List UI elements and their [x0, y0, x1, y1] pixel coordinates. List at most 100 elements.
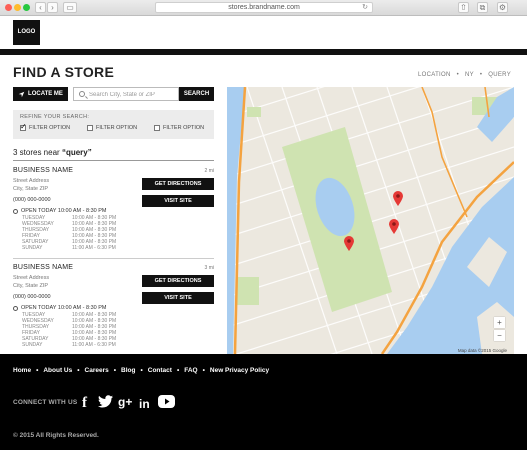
header-bar [0, 49, 527, 55]
zoom-in-button[interactable]: + [494, 317, 505, 328]
linkedin-icon[interactable]: in [139, 397, 150, 411]
search-input[interactable] [89, 89, 177, 100]
filter-label: FILTER OPTION [29, 125, 71, 131]
search-field[interactable] [73, 87, 179, 101]
browser-toolbar: ‹ › ▭ stores.brandname.com ↻ ⇧ ⧉ ⚙ [0, 0, 527, 16]
footer-link-home[interactable]: Home [13, 367, 31, 374]
phone-number[interactable]: (000) 000-0000 [13, 294, 51, 300]
store-card: BUSINESS NAME 3 mi Street Address City, … [13, 264, 214, 354]
footer-separator: • [36, 367, 39, 374]
url-text: stores.brandname.com [228, 4, 300, 11]
breadcrumb-state[interactable]: NY [465, 72, 474, 78]
footer-link-blog[interactable]: Blog [121, 367, 135, 374]
get-directions-button[interactable]: GET DIRECTIONS [142, 275, 214, 287]
footer-nav: Home • About Us • Careers • Blog • Contact • … [13, 367, 269, 374]
footer-link-contact[interactable]: Contact [148, 367, 172, 374]
filter-checkbox[interactable] [154, 125, 160, 131]
visit-site-button[interactable]: VISIT SITE [142, 195, 214, 207]
logo[interactable]: LOGO [13, 20, 40, 45]
footer-separator: • [202, 367, 205, 374]
filter-checkbox[interactable] [87, 125, 93, 131]
forward-arrow-icon[interactable]: › [47, 2, 58, 13]
store-pin-icon[interactable] [389, 219, 399, 234]
page-title: FIND A STORE [13, 64, 115, 80]
navigation-arrow-icon [18, 91, 25, 97]
footer-link-faq[interactable]: FAQ [184, 367, 197, 374]
map-attribution: Map data ©2015 Google [457, 348, 507, 353]
zoom-out-button[interactable]: − [494, 330, 505, 341]
refine-label: REFINE YOUR SEARCH: [20, 114, 90, 120]
filter-label: FILTER OPTION [96, 125, 138, 131]
results-count: 3 stores near “query” [13, 148, 92, 157]
open-today-text: OPEN TODAY 10:00 AM - 8:30 PM [21, 208, 107, 214]
search-icon [79, 91, 85, 97]
visit-site-button[interactable]: VISIT SITE [142, 292, 214, 304]
street-address: Street Address [13, 178, 50, 184]
share-icon[interactable]: ⇧ [458, 2, 469, 13]
results-count-text: 3 stores near [13, 148, 60, 157]
open-today-row: OPEN TODAY 10:00 AM - 8:30 PM [13, 305, 107, 311]
store-card: BUSINESS NAME 2 mi Street Address City, … [13, 167, 214, 257]
footer: Home • About Us • Careers • Blog • Contact • … [0, 354, 527, 450]
zoom-window-button[interactable] [23, 4, 30, 11]
breadcrumb-separator: • [456, 72, 460, 78]
filter-option-1[interactable]: FILTER OPTION [20, 122, 71, 131]
twitter-icon[interactable] [98, 395, 113, 411]
clock-icon [13, 208, 18, 214]
back-arrow-icon[interactable]: ‹ [35, 2, 46, 13]
street-address: Street Address [13, 275, 50, 281]
footer-separator: • [140, 367, 143, 374]
get-directions-button[interactable]: GET DIRECTIONS [142, 178, 214, 190]
results-query: “query” [61, 148, 92, 157]
filter-label: FILTER OPTION [163, 125, 205, 131]
connect-label: CONNECT WITH US [13, 399, 78, 406]
address-bar[interactable]: stores.brandname.com ↻ [155, 2, 373, 13]
open-today-row: OPEN TODAY 10:00 AM - 8:30 PM [13, 208, 107, 214]
footer-link-careers[interactable]: Careers [85, 367, 109, 374]
filter-checkbox-checked[interactable] [20, 122, 27, 131]
google-plus-icon[interactable]: g+ [118, 395, 132, 409]
filter-option-2[interactable]: FILTER OPTION [87, 125, 137, 131]
tabs-icon[interactable]: ⧉ [477, 2, 488, 13]
breadcrumb-location[interactable]: LOCATION [418, 72, 451, 78]
store-pin-icon[interactable] [393, 191, 403, 206]
locate-me-button[interactable]: LOCATE ME [13, 87, 68, 101]
minimize-window-button[interactable] [14, 4, 21, 11]
close-window-button[interactable] [5, 4, 12, 11]
store-map[interactable]: + − Map data ©2015 Google [227, 87, 514, 354]
reload-icon[interactable]: ↻ [362, 3, 368, 12]
facebook-icon[interactable]: f [82, 395, 87, 412]
locate-me-label: LOCATE ME [28, 91, 63, 97]
filter-option-3[interactable]: FILTER OPTION [154, 125, 204, 131]
sidebar-toggle-icon[interactable]: ▭ [63, 2, 77, 13]
hours-row: SUNDAY 11:00 AM - 6:30 PM [22, 342, 116, 349]
refine-panel: REFINE YOUR SEARCH: FILTER OPTION FILTER… [13, 110, 214, 139]
store-distance: 3 mi [204, 265, 214, 271]
search-button[interactable]: SEARCH [179, 87, 214, 101]
open-today-text: OPEN TODAY 10:00 AM - 8:30 PM [21, 305, 107, 311]
phone-number[interactable]: (000) 000-0000 [13, 197, 51, 203]
youtube-icon[interactable] [158, 395, 175, 413]
divider [13, 160, 214, 161]
breadcrumb-separator: • [479, 72, 483, 78]
footer-link-privacy[interactable]: New Privacy Policy [210, 367, 269, 374]
store-pin-icon[interactable] [344, 236, 354, 251]
extensions-icon[interactable]: ⚙ [497, 2, 508, 13]
footer-separator: • [77, 367, 80, 374]
hours-list: TUESDAY 10:00 AM - 8:30 PM WEDNESDAY 10:00… [22, 215, 116, 252]
hours-row: SUNDAY 11:00 AM - 6:30 PM [22, 245, 116, 252]
clock-icon [13, 305, 18, 311]
business-name[interactable]: BUSINESS NAME [13, 167, 73, 174]
breadcrumb-query: QUERY [488, 72, 511, 78]
footer-link-about[interactable]: About Us [43, 367, 72, 374]
breadcrumb: LOCATION • NY • QUERY [416, 72, 513, 78]
map-canvas[interactable] [227, 87, 514, 354]
copyright-text: © 2015 All Rights Reserved. [13, 432, 99, 439]
business-name[interactable]: BUSINESS NAME [13, 264, 73, 271]
divider [13, 258, 214, 259]
footer-separator: • [113, 367, 117, 374]
footer-separator: • [176, 367, 180, 374]
city-state-zip: City, State ZIP [13, 283, 49, 289]
store-distance: 2 mi [204, 168, 214, 174]
hours-list: TUESDAY 10:00 AM - 8:30 PM WEDNESDAY 10:00… [22, 312, 116, 349]
